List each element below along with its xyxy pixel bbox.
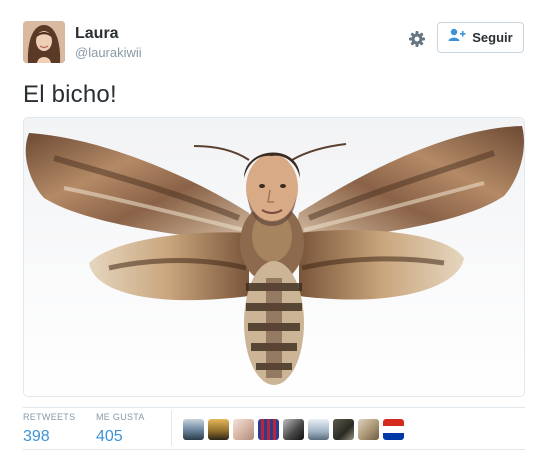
divider: [23, 449, 525, 450]
retweets-stat[interactable]: RETWEETS 398: [23, 410, 75, 446]
liker-avatar[interactable]: [308, 419, 329, 440]
liker-avatar[interactable]: [233, 419, 254, 440]
tweet-header: Laura @laurakiwii Seguir: [23, 20, 529, 68]
stats-divider: [171, 410, 172, 446]
liker-avatar[interactable]: [383, 419, 404, 440]
liker-avatar[interactable]: [208, 419, 229, 440]
retweets-count[interactable]: 398: [23, 428, 75, 446]
likes-label: ME GUSTA: [96, 412, 145, 422]
liker-avatar[interactable]: [333, 419, 354, 440]
follow-button[interactable]: Seguir: [437, 22, 524, 53]
retweets-label: RETWEETS: [23, 412, 76, 422]
gear-icon[interactable]: [407, 29, 427, 49]
likes-stat[interactable]: ME GUSTA 405: [96, 410, 145, 446]
likes-count[interactable]: 405: [96, 428, 145, 446]
liker-avatar[interactable]: [258, 419, 279, 440]
add-user-icon: [448, 28, 466, 47]
tweet-stats: RETWEETS 398 ME GUSTA 405: [23, 410, 525, 446]
liker-avatar[interactable]: [283, 419, 304, 440]
follow-label: Seguir: [472, 30, 513, 45]
divider: [23, 407, 525, 408]
liker-avatars: [183, 419, 404, 440]
liker-avatar[interactable]: [358, 419, 379, 440]
user-handle[interactable]: @laurakiwii: [75, 45, 142, 60]
tweet-text: El bicho!: [23, 81, 117, 108]
liker-avatar[interactable]: [183, 419, 204, 440]
avatar[interactable]: [23, 21, 65, 63]
user-name[interactable]: Laura: [75, 25, 119, 43]
tweet-photo[interactable]: [23, 117, 525, 397]
